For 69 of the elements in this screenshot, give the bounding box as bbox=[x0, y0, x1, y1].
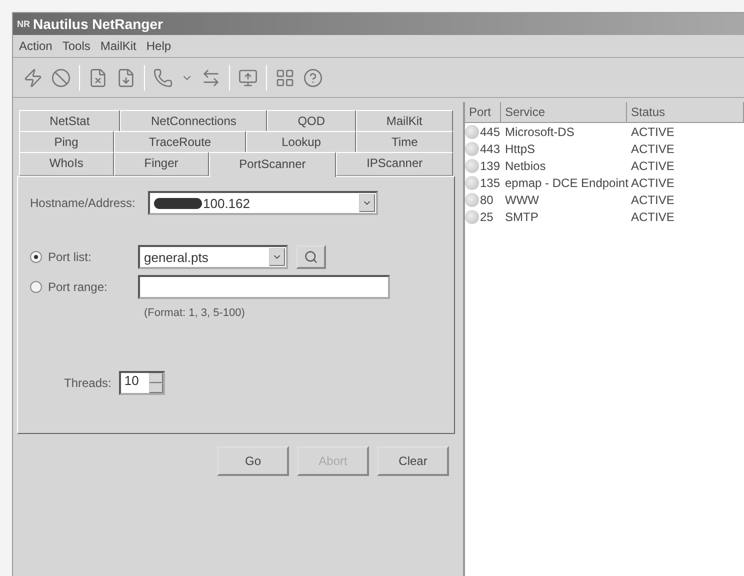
grid-icon[interactable] bbox=[275, 68, 295, 88]
port-cell: 25 bbox=[480, 210, 494, 224]
tab[interactable]: Time bbox=[356, 131, 454, 153]
status-cell-text: ACTIVE bbox=[630, 192, 676, 206]
status-cell-text: ACTIVE bbox=[630, 176, 676, 190]
search-icon bbox=[304, 250, 318, 264]
threads-spinner[interactable]: 10 bbox=[119, 371, 166, 395]
port-range-radio[interactable]: Port range: bbox=[30, 280, 130, 294]
port-cell: 445 bbox=[480, 124, 500, 138]
stop-icon[interactable] bbox=[51, 68, 71, 88]
lightning-icon[interactable] bbox=[23, 68, 43, 88]
service-cell-text: WWW bbox=[504, 192, 540, 206]
port-range-field[interactable] bbox=[138, 275, 390, 299]
hostname-value: 100.162 bbox=[203, 196, 250, 210]
window-title: Nautilus NetRanger bbox=[33, 16, 163, 32]
action-button[interactable]: Clear bbox=[377, 446, 449, 476]
column-header[interactable]: Port bbox=[465, 102, 501, 123]
action-button[interactable]: Go bbox=[217, 446, 289, 476]
service-cell-text: epmap - DCE Endpoint bbox=[504, 176, 627, 190]
port-list-radio[interactable]: Port list: bbox=[30, 250, 130, 264]
hostname-combo[interactable]: 100.162 bbox=[148, 191, 378, 215]
menu-item[interactable]: Help bbox=[146, 39, 172, 53]
document-down-icon[interactable] bbox=[116, 68, 136, 88]
menu-item[interactable]: Tools bbox=[62, 39, 90, 53]
tab[interactable]: TraceRoute bbox=[114, 131, 246, 153]
status-ball-icon bbox=[465, 158, 479, 172]
status-ball-icon bbox=[465, 210, 479, 224]
tab[interactable]: Finger bbox=[114, 152, 209, 176]
tab[interactable]: QOD bbox=[267, 110, 356, 132]
tab[interactable]: NetConnections bbox=[120, 110, 268, 132]
monitor-icon[interactable] bbox=[238, 68, 258, 88]
tab[interactable]: WhoIs bbox=[19, 152, 114, 176]
service-cell-text: HttpS bbox=[504, 142, 536, 156]
port-list-combo[interactable]: general.pts bbox=[138, 245, 288, 269]
tab[interactable]: NetStat bbox=[19, 110, 120, 132]
port-cell: 135 bbox=[480, 176, 500, 190]
status-cell-text: ACTIVE bbox=[630, 142, 676, 156]
port-cell: 80 bbox=[480, 192, 494, 206]
help-icon[interactable] bbox=[303, 68, 323, 88]
connect-icon[interactable] bbox=[201, 68, 221, 88]
phone-icon[interactable] bbox=[153, 68, 173, 88]
service-cell-text: Microsoft-DS bbox=[504, 124, 576, 138]
app-logo: NR bbox=[17, 19, 30, 29]
tab[interactable]: IPScanner bbox=[336, 152, 454, 176]
port-cell: 443 bbox=[480, 142, 500, 156]
tab[interactable]: PortScanner bbox=[208, 152, 336, 177]
tab[interactable]: MailKit bbox=[356, 110, 454, 132]
menu-item[interactable]: Action bbox=[19, 39, 52, 53]
status-cell-text: ACTIVE bbox=[630, 124, 676, 138]
status-cell-text: ACTIVE bbox=[630, 210, 676, 224]
tab[interactable]: Ping bbox=[19, 131, 114, 153]
service-cell-text: Netbios bbox=[504, 158, 547, 172]
tab[interactable]: Lookup bbox=[246, 131, 356, 153]
hostname-label: Hostname/Address: bbox=[30, 196, 136, 210]
status-cell-text: ACTIVE bbox=[630, 158, 676, 172]
format-hint: (Format: 1, 3, 5-100) bbox=[144, 307, 246, 319]
document-x-icon[interactable] bbox=[88, 68, 108, 88]
service-cell-text: SMTP bbox=[504, 210, 540, 224]
status-ball-icon bbox=[465, 124, 479, 138]
redaction-mark bbox=[154, 198, 202, 208]
threads-label: Threads: bbox=[64, 376, 112, 390]
port-cell: 139 bbox=[480, 158, 500, 172]
column-header[interactable]: Status bbox=[627, 102, 744, 123]
status-ball-icon bbox=[465, 142, 479, 156]
status-ball-icon bbox=[465, 176, 479, 190]
menu-item[interactable]: MailKit bbox=[100, 39, 136, 53]
browse-button[interactable] bbox=[296, 245, 326, 269]
column-header[interactable]: Service bbox=[501, 102, 627, 123]
status-ball-icon bbox=[465, 192, 479, 206]
